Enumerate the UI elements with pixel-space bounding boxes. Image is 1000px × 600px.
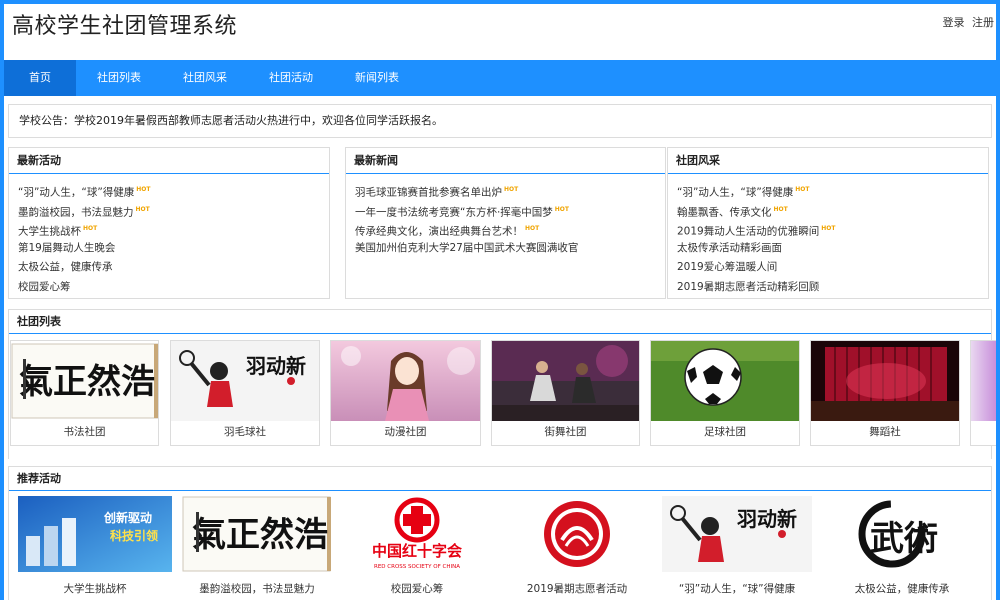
club-card[interactable]: 足球社团	[650, 340, 800, 446]
activity-card[interactable]: 武術 太极公益，健康传承	[822, 496, 982, 600]
hot-badge: HOT	[135, 205, 150, 213]
nav-home[interactable]: 首页	[4, 60, 76, 96]
anime-girl-image	[331, 341, 480, 421]
club-style-panel: 社团风采 “羽”动人生，“球”得健康 HOT 翰墨飘香、传承文化 HOT 2019舞…	[667, 147, 989, 299]
red-cross-image: 中国红十字会 RED CROSS SOCIETY OF CHINA	[342, 496, 492, 572]
hot-badge: HOT	[504, 186, 519, 193]
club-name: 舞蹈社	[869, 426, 901, 438]
list-item[interactable]: 2019舞动人生活动的优雅瞬间 HOT	[677, 219, 988, 239]
activity-name: 校园爱心筹	[390, 583, 444, 595]
list-item[interactable]: 羽毛球亚锦赛首批参赛名单出炉 HOT	[355, 180, 665, 200]
activity-card[interactable]: 羽动新 “羽”动人生，“球”得健康	[662, 496, 812, 600]
club-image-partial	[971, 341, 996, 421]
activity-card[interactable]: 2019暑期志愿者活动	[502, 496, 652, 600]
login-link[interactable]: 登录	[943, 16, 965, 29]
svg-text:氣正然浩: 氣正然浩	[19, 362, 155, 402]
hot-badge: HOT	[136, 186, 151, 193]
nav-club-list[interactable]: 社团列表	[76, 60, 162, 96]
list-item[interactable]: 第19届舞动人生晚会	[18, 239, 329, 259]
school-notice: 学校公告：学校2019年暑假西部教师志愿者活动火热进行中，欢迎各位同学活跃报名。	[8, 104, 992, 138]
activity-name: 太极公益，健康传承	[854, 583, 950, 595]
svg-text:中国红十字会: 中国红十字会	[372, 542, 462, 560]
club-card[interactable]: 氣正然浩 书法社团	[10, 340, 159, 446]
hot-badge: HOT	[821, 225, 836, 232]
svg-text:武術: 武術	[870, 519, 938, 559]
list-item[interactable]: 2019爱心筹温暖人间	[677, 258, 988, 278]
calligraphy-image: 氣正然浩	[11, 341, 158, 421]
page-frame: 高校学生社团管理系统 登录 注册 首页 社团列表 社团风采 社团活动 新闻列表 …	[4, 4, 996, 600]
list-item[interactable]: 美国加州伯克利大学27届中国武术大赛圆满收官	[355, 239, 665, 259]
activity-card[interactable]: 氣正然浩 墨韵溢校园，书法显魅力	[182, 496, 332, 600]
hot-badge: HOT	[83, 225, 98, 232]
list-item[interactable]: 传承经典文化，演出经典舞台艺术！ HOT	[355, 219, 665, 239]
calligraphy-image: 氣正然浩	[182, 496, 332, 572]
activity-name: 2019暑期志愿者活动	[526, 583, 628, 595]
site-title: 高校学生社团管理系统	[12, 14, 238, 39]
badminton-image: 羽动新	[171, 341, 319, 421]
hot-badge: HOT	[773, 205, 788, 213]
panel-title: 最新活动	[9, 148, 329, 174]
nav-club-style[interactable]: 社团风采	[162, 60, 248, 96]
club-name: 动漫社团	[384, 426, 427, 438]
svg-text:氣正然浩: 氣正然浩	[192, 515, 328, 555]
list-item[interactable]: 太极传承活动精彩画面	[677, 239, 988, 259]
recommended-cards-row: 创新驱动 科技引领 大学生挑战杯 氣正然浩 墨韵溢校园，书法显魅力 中国红十字会…	[4, 496, 996, 600]
svg-text:RED CROSS SOCIETY OF CHINA: RED CROSS SOCIETY OF CHINA	[374, 564, 460, 570]
section-title: 推荐活动	[9, 467, 991, 491]
soccer-ball-image	[651, 341, 799, 421]
register-link[interactable]: 注册	[972, 16, 994, 29]
list-item[interactable]: “羽”动人生，“球”得健康 HOT	[18, 180, 329, 200]
activity-name: “羽”动人生，“球”得健康	[678, 583, 796, 595]
club-card[interactable]: 街舞社团	[491, 340, 640, 446]
volunteer-logo-image	[502, 496, 652, 572]
club-name: 书法社团	[63, 426, 106, 438]
club-name: 羽毛球社	[224, 426, 266, 438]
hot-badge: HOT	[554, 205, 569, 213]
badminton-image: 羽动新	[662, 496, 812, 572]
list-item[interactable]: 校园爱心筹	[18, 278, 329, 298]
panel-title: 社团风采	[668, 148, 988, 174]
list-item[interactable]: 2019暑期志愿者活动精彩回顾	[677, 278, 988, 298]
hot-badge: HOT	[525, 225, 540, 232]
club-card[interactable]: 羽动新 羽毛球社	[170, 340, 320, 446]
list-item[interactable]: 一年一度书法统考竞赛“东方杯·挥毫中国梦 HOT	[355, 200, 665, 220]
list-item[interactable]: 太极公益，健康传承	[18, 258, 329, 278]
club-card-partial[interactable]	[970, 340, 996, 446]
club-card[interactable]: 舞蹈社	[810, 340, 960, 446]
latest-news-panel: 最新新闻 羽毛球亚锦赛首批参赛名单出炉 HOT 一年一度书法统考竞赛“东方杯·挥毫…	[345, 147, 666, 299]
svg-text:羽动新: 羽动新	[246, 354, 306, 378]
section-title: 社团列表	[9, 310, 991, 334]
main-nav: 首页 社团列表 社团风采 社团活动 新闻列表	[4, 60, 996, 96]
activity-card[interactable]: 中国红十字会 RED CROSS SOCIETY OF CHINA 校园爱心筹	[342, 496, 492, 600]
innovation-image: 创新驱动 科技引领	[18, 496, 172, 572]
club-name: 足球社团	[704, 426, 746, 438]
activity-name: 大学生挑战杯	[63, 583, 127, 595]
header: 高校学生社团管理系统 登录 注册	[4, 4, 996, 60]
club-cards-row: 氣正然浩 书法社团 羽动新 羽毛球社 动漫社团 街舞社团 足球社团 舞蹈社	[4, 340, 996, 450]
wushu-image: 武術	[822, 496, 982, 572]
street-dance-image	[492, 341, 639, 421]
stage-curtain-image	[811, 341, 959, 421]
auth-links: 登录 注册	[943, 14, 995, 30]
svg-text:羽动新: 羽动新	[737, 507, 797, 531]
list-item[interactable]: 翰墨飘香、传承文化 HOT	[677, 200, 988, 220]
list-item[interactable]: 墨韵溢校园，书法显魅力 HOT	[18, 200, 329, 220]
latest-activities-panel: 最新活动 “羽”动人生，“球”得健康 HOT 墨韵溢校园，书法显魅力 HOT 大学生…	[8, 147, 330, 299]
svg-text:创新驱动: 创新驱动	[103, 510, 152, 525]
nav-club-activities[interactable]: 社团活动	[248, 60, 334, 96]
activity-name: 墨韵溢校园，书法显魅力	[199, 583, 315, 595]
panel-title: 最新新闻	[346, 148, 665, 174]
list-item[interactable]: 大学生挑战杯 HOT	[18, 219, 329, 239]
hot-badge: HOT	[795, 186, 810, 193]
svg-text:科技引领: 科技引领	[110, 528, 158, 543]
activity-card[interactable]: 创新驱动 科技引领 大学生挑战杯	[18, 496, 172, 600]
nav-news-list[interactable]: 新闻列表	[334, 60, 420, 96]
club-card[interactable]: 动漫社团	[330, 340, 481, 446]
list-item[interactable]: “羽”动人生，“球”得健康 HOT	[677, 180, 988, 200]
club-name: 街舞社团	[544, 426, 587, 438]
